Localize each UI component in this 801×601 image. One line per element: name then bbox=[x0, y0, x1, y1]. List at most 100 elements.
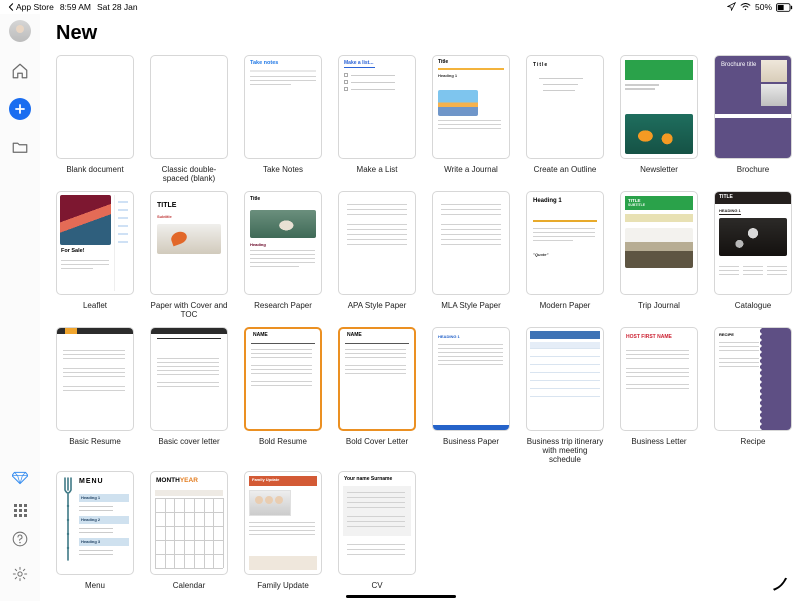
template-apa-paper[interactable]: APA Style Paper bbox=[338, 191, 416, 321]
template-research-paper[interactable]: Title Heading Research Paper bbox=[244, 191, 322, 321]
template-business-paper[interactable]: HEADING 1 Business Paper bbox=[432, 327, 510, 465]
template-thumb bbox=[150, 55, 228, 159]
template-basic-cover-letter[interactable]: Basic cover letter bbox=[150, 327, 228, 465]
template-thumb: Title bbox=[526, 55, 604, 159]
template-label: Trip Journal bbox=[638, 301, 680, 321]
template-thumb: NAME bbox=[244, 327, 322, 431]
battery-pct: 50% bbox=[755, 2, 772, 12]
home-indicator[interactable] bbox=[346, 595, 456, 598]
template-trip-journal[interactable]: TITLE SUBTITLE Trip Journal bbox=[620, 191, 698, 321]
template-label: Menu bbox=[85, 581, 105, 601]
template-thumb: NAME bbox=[338, 327, 416, 431]
template-label: Paper with Cover and TOC bbox=[150, 301, 228, 321]
template-recipe[interactable]: RECIPE Recipe bbox=[714, 327, 792, 465]
status-date: Sat 28 Jan bbox=[97, 2, 138, 12]
template-thumb: HOST FIRST NAME bbox=[620, 327, 698, 431]
template-thumb bbox=[526, 327, 604, 431]
template-create-outline[interactable]: Title Create an Outline bbox=[526, 55, 604, 185]
template-label: Research Paper bbox=[254, 301, 312, 321]
template-paper-cover-toc[interactable]: TITLE Subtitle Paper with Cover and TOC bbox=[150, 191, 228, 321]
template-thumb: HEADING 1 bbox=[432, 327, 510, 431]
back-to-app[interactable]: App Store bbox=[8, 2, 54, 12]
template-thumb: MENU Heading 1 Heading 2 Heading 3 bbox=[56, 471, 134, 575]
template-thumb: Title Heading bbox=[244, 191, 322, 295]
template-classic-double-spaced[interactable]: Classic double-spaced (blank) bbox=[150, 55, 228, 185]
template-modern-paper[interactable]: Heading 1 "Quote" Modern Paper bbox=[526, 191, 604, 321]
template-thumb: Your name Surname bbox=[338, 471, 416, 575]
template-label: Leaflet bbox=[83, 301, 107, 321]
template-label: Family Update bbox=[257, 581, 309, 601]
template-label: Blank document bbox=[66, 165, 123, 185]
template-thumb bbox=[432, 191, 510, 295]
template-newsletter[interactable]: Newsletter bbox=[620, 55, 698, 185]
template-thumb: TITLE HEADING 1 bbox=[714, 191, 792, 295]
status-bar: App Store 8:59 AM Sat 28 Jan 50% bbox=[0, 0, 801, 14]
template-label: Make a List bbox=[357, 165, 398, 185]
template-family-update[interactable]: Family Update Family Update bbox=[244, 471, 322, 601]
template-grid: Blank document Classic double-spaced (bl… bbox=[56, 55, 785, 601]
template-label: APA Style Paper bbox=[348, 301, 407, 321]
template-take-notes[interactable]: Take notes Take Notes bbox=[244, 55, 322, 185]
template-thumb bbox=[620, 55, 698, 159]
main-panel: New Blank document Classic double-spaced… bbox=[40, 14, 801, 601]
template-thumb bbox=[56, 327, 134, 431]
battery-icon bbox=[776, 3, 793, 12]
template-label: Business Letter bbox=[631, 437, 686, 457]
settings-icon[interactable] bbox=[12, 566, 28, 587]
template-thumb: Make a list... bbox=[338, 55, 416, 159]
scribble-icon: ノ bbox=[771, 571, 787, 595]
template-thumb: MONTHYEAR bbox=[150, 471, 228, 575]
user-avatar[interactable] bbox=[9, 20, 31, 42]
template-label: Write a Journal bbox=[444, 165, 498, 185]
template-label: Basic Resume bbox=[69, 437, 121, 457]
page-title: New bbox=[56, 22, 785, 45]
template-make-a-list[interactable]: Make a list... Make a List bbox=[338, 55, 416, 185]
help-icon[interactable] bbox=[12, 531, 28, 552]
template-thumb: Take notes bbox=[244, 55, 322, 159]
template-label: Catalogue bbox=[735, 301, 771, 321]
template-label: Classic double-spaced (blank) bbox=[150, 165, 228, 185]
template-thumb: RECIPE bbox=[714, 327, 792, 431]
template-label: Modern Paper bbox=[540, 301, 591, 321]
new-document-icon[interactable] bbox=[9, 98, 31, 120]
template-cv[interactable]: Your name Surname CV bbox=[338, 471, 416, 601]
template-blank-document[interactable]: Blank document bbox=[56, 55, 134, 185]
template-menu[interactable]: MENU Heading 1 Heading 2 Heading 3 Menu bbox=[56, 471, 134, 601]
template-write-journal[interactable]: Title Heading 1 Write a Journal bbox=[432, 55, 510, 185]
template-thumb: TITLE Subtitle bbox=[150, 191, 228, 295]
template-basic-resume[interactable]: Basic Resume bbox=[56, 327, 134, 465]
template-label: Newsletter bbox=[640, 165, 678, 185]
fork-icon bbox=[63, 476, 73, 564]
template-label: Business Paper bbox=[443, 437, 499, 457]
template-business-letter[interactable]: HOST FIRST NAME Business Letter bbox=[620, 327, 698, 465]
template-calendar[interactable]: MONTHYEAR Calendar bbox=[150, 471, 228, 601]
template-label: Take Notes bbox=[263, 165, 303, 185]
template-thumb: TITLE SUBTITLE bbox=[620, 191, 698, 295]
template-mla-paper[interactable]: MLA Style Paper bbox=[432, 191, 510, 321]
status-time: 8:59 AM bbox=[60, 2, 91, 12]
template-label: Bold Cover Letter bbox=[346, 437, 408, 457]
template-label: Recipe bbox=[741, 437, 766, 457]
template-label: Business trip itinerary with meeting sch… bbox=[526, 437, 604, 465]
template-leaflet[interactable]: For Sale! Leaflet bbox=[56, 191, 134, 321]
template-business-trip-itinerary[interactable]: Business trip itinerary with meeting sch… bbox=[526, 327, 604, 465]
template-label: Basic cover letter bbox=[158, 437, 219, 457]
back-app-label: App Store bbox=[16, 2, 54, 12]
wifi-icon bbox=[740, 3, 751, 11]
template-bold-resume[interactable]: NAME Bold Resume bbox=[244, 327, 322, 465]
template-label: Bold Resume bbox=[259, 437, 307, 457]
location-icon bbox=[727, 2, 736, 13]
apps-icon[interactable] bbox=[14, 504, 27, 517]
template-catalogue[interactable]: TITLE HEADING 1 Catalogue bbox=[714, 191, 792, 321]
folder-icon[interactable] bbox=[9, 136, 31, 158]
template-thumb bbox=[338, 191, 416, 295]
template-thumb: Title Heading 1 bbox=[432, 55, 510, 159]
template-label: Brochure bbox=[737, 165, 769, 185]
template-bold-cover-letter[interactable]: NAME Bold Cover Letter bbox=[338, 327, 416, 465]
premium-icon[interactable] bbox=[12, 471, 28, 490]
template-label: Create an Outline bbox=[534, 165, 597, 185]
template-brochure[interactable]: Brochure title Brochure bbox=[714, 55, 792, 185]
home-icon[interactable] bbox=[9, 60, 31, 82]
template-thumb: For Sale! bbox=[56, 191, 134, 295]
sidebar bbox=[0, 14, 40, 601]
